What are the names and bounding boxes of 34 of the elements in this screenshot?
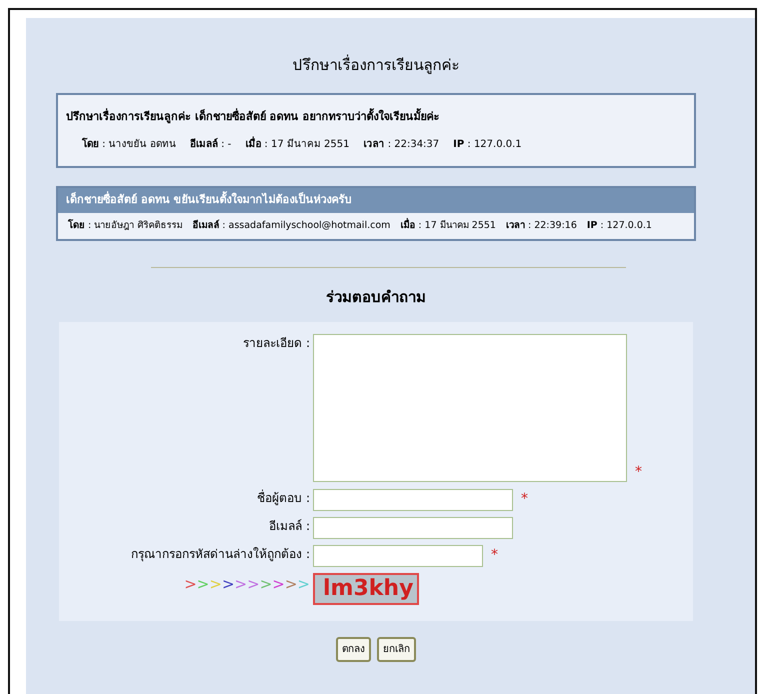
ok-button[interactable]: ตกลง xyxy=(336,637,371,662)
arrow-mark: > xyxy=(284,575,298,594)
arrow-mark: > xyxy=(297,575,310,594)
meta-text: เมื่อ : 17 มีนาคม 2551 xyxy=(245,137,350,152)
meta-text: IP : 127.0.0.1 xyxy=(453,138,522,152)
captcha-image: lm3khy xyxy=(313,573,419,606)
reply-title-bar: เด็กชายซื่อสัตย์ อดทน ขยันเรียนตั้งใจมากไม่ต้องเป็นห่วงครับ xyxy=(58,188,694,212)
meta-text: โดย : นางขยัน อดทน xyxy=(82,137,176,152)
field-label: รายละเอียด : xyxy=(242,335,311,352)
meta-text: IP : 127.0.0.1 xyxy=(586,218,652,232)
meta-text: อีเมลล์ : - xyxy=(190,137,232,152)
arrow-mark: > xyxy=(272,575,285,594)
required-mark: * xyxy=(635,463,642,482)
form-heading: ร่วมตอบคำถาม xyxy=(325,286,427,308)
arrow-mark: > xyxy=(222,575,235,594)
meta-text: เวลา : 22:34:37 xyxy=(364,138,440,152)
arrow-mark: > xyxy=(209,575,222,594)
cancel-button[interactable]: ยกเลิก xyxy=(377,637,416,662)
arrow-mark: > xyxy=(234,575,248,594)
required-mark: * xyxy=(491,546,498,566)
page-title: ปรึกษาเรื่องการเรียนลูกค่ะ xyxy=(292,54,460,76)
field-label: อีเมลล์ : xyxy=(268,518,311,536)
arrow-mark: > xyxy=(260,575,272,594)
arrow-mark: > xyxy=(247,575,260,594)
field-label: กรุณากรอกรหัสด่านล่างให้ถูกต้อง : xyxy=(130,546,311,564)
arrow-mark: > xyxy=(184,575,197,594)
meta-text: อีเมลล์ : assadafamilyschool@hotmail.com xyxy=(192,218,390,232)
arrow-mark: > xyxy=(196,575,210,594)
required-mark: * xyxy=(521,490,528,510)
meta-text: เมื่อ : 17 มีนาคม 2551 xyxy=(400,218,496,232)
field-label: ชื่อผู้ตอบ : xyxy=(256,489,311,508)
meta-text: เวลา : 22:39:16 xyxy=(506,218,577,232)
meta-text: โดย : นายอัษฎา ศิริคติธรรม xyxy=(68,218,182,232)
question-title: ปรึกษาเรื่องการเรียนลูกค่ะ เด็กชายซื่อสัตย์ อดทน อยากทราบว่าตั้งใจเรียนมั้ยค่ะ xyxy=(66,108,440,125)
